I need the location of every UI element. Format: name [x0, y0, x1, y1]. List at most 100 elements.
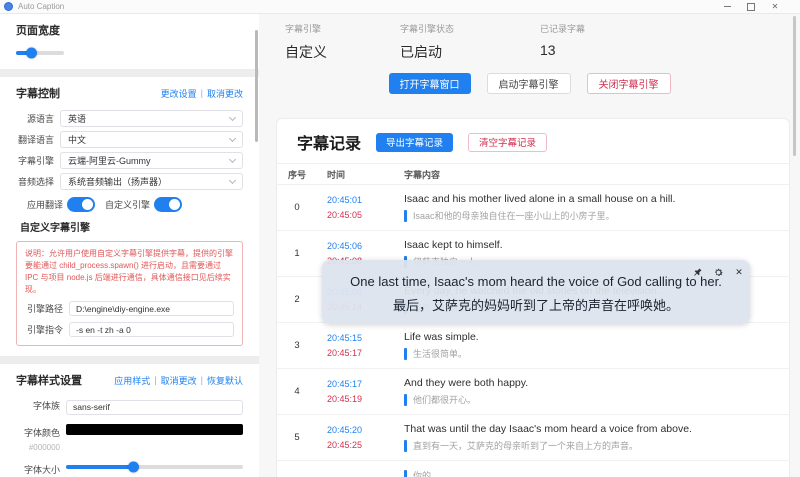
engine-cmd-input[interactable] [69, 322, 234, 337]
engine-path-input[interactable] [69, 301, 234, 316]
style-settings-title: 字幕样式设置 [16, 372, 82, 388]
caption-zh: 直到有一天，艾萨克的母亲听到了一个来自上方的声音。 [413, 439, 638, 452]
clear-records-button[interactable]: 清空字幕记录 [468, 133, 547, 152]
time-start: 20:45:17 [327, 377, 390, 392]
sidebar-scrollbar[interactable] [255, 30, 258, 142]
engine-select[interactable]: 云端-阿里云-Gummy [60, 152, 243, 169]
font-size-label: 字体大小 [16, 463, 60, 476]
maximize-button[interactable] [746, 2, 756, 12]
close-engine-button[interactable]: 关闭字幕引擎 [587, 73, 671, 94]
table-header: 序号 时间 字幕内容 [277, 163, 789, 185]
app-title: Auto Caption [18, 2, 64, 11]
caption-zh: 生活很简单。 [413, 347, 467, 360]
target-language-row: 翻译语言 中文 [16, 131, 243, 148]
audio-source-select[interactable]: 系统音频输出（扬声器） [60, 173, 243, 190]
font-color-swatch[interactable] [66, 424, 243, 435]
close-overlay-icon[interactable] [733, 266, 745, 278]
page-width-slider[interactable] [16, 47, 64, 59]
row-index: 0 [277, 202, 311, 213]
start-engine-button[interactable]: 启动字幕引擎 [487, 73, 571, 94]
font-family-label: 字体族 [16, 399, 60, 412]
open-caption-window-button[interactable]: 打开字幕窗口 [389, 73, 471, 94]
caption-zh: Isaac和他的母亲独自住在一座小山上的小房子里。 [413, 209, 615, 222]
row-times: 20:45:20 20:45:25 [311, 423, 390, 453]
close-button[interactable] [770, 2, 780, 12]
subtitle-overlay-window[interactable]: One last time, Isaac's mom heard the voi… [322, 260, 750, 324]
row-content: That was until the day Isaac's mom heard… [390, 423, 789, 452]
table-row: 5 20:45:20 20:45:25 That was until the d… [277, 415, 789, 461]
row-index: 1 [277, 248, 311, 259]
reset-default-link[interactable]: 恢复默认 [207, 374, 243, 387]
audio-source-row: 音频选择 系统音频输出（扬声器） [16, 173, 243, 190]
font-family-input[interactable] [66, 400, 243, 415]
row-content: Isaac and his mother lived alone in a sm… [390, 193, 789, 222]
slider-thumb[interactable] [26, 48, 37, 59]
row-times: 20:45:15 20:45:17 [311, 331, 390, 361]
chevron-down-icon [229, 176, 236, 183]
time-end: 20:45:17 [327, 346, 390, 361]
chevron-down-icon [229, 113, 236, 120]
stat-engine-status-value: 已启动 [400, 42, 540, 62]
settings-sidebar: 页面宽度 字幕控制 更改设置 取消更改 源语言 英语 翻译语言 中文 [0, 14, 259, 477]
audio-source-value: 系统音频输出（扬声器） [68, 175, 167, 188]
link-separator [201, 375, 203, 385]
custom-engine-title: 自定义字幕引擎 [20, 219, 243, 234]
control-toggles-row: 应用翻译 自定义引擎 [27, 197, 243, 212]
row-times: 20:45:01 20:45:05 [311, 193, 390, 223]
row-index: 3 [277, 340, 311, 351]
records-title: 字幕记录 [297, 130, 361, 154]
row-times: 20:45:17 20:45:19 [311, 377, 390, 407]
engine-cmd-row: 引擎指令 [25, 322, 234, 337]
page-width-section: 页面宽度 [0, 14, 259, 69]
main-scrollbar[interactable] [793, 16, 796, 156]
cancel-style-link[interactable]: 取消更改 [161, 374, 197, 387]
target-language-select[interactable]: 中文 [60, 131, 243, 148]
font-color-row: 字体颜色 #000000 [16, 424, 243, 452]
engine-value: 云端-阿里云-Gummy [68, 154, 151, 167]
row-index: 5 [277, 432, 311, 443]
caption-control-section: 字幕控制 更改设置 取消更改 源语言 英语 翻译语言 中文 字幕引擎 云 [0, 77, 259, 356]
source-language-value: 英语 [68, 112, 86, 125]
engine-path-label: 引擎路径 [25, 302, 63, 315]
custom-engine-label: 自定义引擎 [105, 198, 150, 211]
time-start: 20:45:15 [327, 331, 390, 346]
export-records-button[interactable]: 导出字幕记录 [376, 133, 453, 152]
status-stats: 字幕引擎 自定义 字幕引擎状态 已启动 已记录字幕 13 [285, 22, 585, 62]
stat-engine-status: 字幕引擎状态 已启动 [400, 22, 540, 62]
apply-style-link[interactable]: 应用样式 [114, 374, 150, 387]
table-row: 3 20:45:15 20:45:17 Life was simple. 生活很… [277, 323, 789, 369]
custom-engine-toggle[interactable] [154, 197, 182, 212]
row-content: And they were both happy. 他们都很开心。 [390, 377, 789, 406]
stat-engine: 字幕引擎 自定义 [285, 22, 400, 62]
source-language-row: 源语言 英语 [16, 110, 243, 127]
engine-buttons-row: 打开字幕窗口 启动字幕引擎 关闭字幕引擎 [259, 73, 800, 94]
row-index: 4 [277, 386, 311, 397]
engine-label: 字幕引擎 [16, 154, 54, 167]
custom-engine-note: 说明：允许用户使用自定义字幕引擎提供字幕，提供的引擎要能通过 child_pro… [25, 248, 234, 296]
app-logo-icon [4, 2, 13, 11]
source-language-select[interactable]: 英语 [60, 110, 243, 127]
row-content: 你的 [390, 469, 789, 477]
page-width-title: 页面宽度 [16, 22, 243, 38]
target-language-label: 翻译语言 [16, 133, 54, 146]
link-separator [154, 375, 156, 385]
apply-settings-link[interactable]: 更改设置 [161, 87, 197, 100]
caption-control-title: 字幕控制 [16, 85, 60, 101]
cancel-settings-link[interactable]: 取消更改 [207, 87, 243, 100]
translation-bar [404, 348, 407, 360]
engine-row: 字幕引擎 云端-阿里云-Gummy [16, 152, 243, 169]
gear-icon[interactable] [712, 266, 724, 278]
col-time: 时间 [311, 168, 390, 181]
caption-zh: 他们都很开心。 [413, 393, 476, 406]
font-size-slider[interactable] [66, 461, 243, 473]
stat-recorded-count-label: 已记录字幕 [540, 22, 585, 35]
apply-translation-toggle[interactable] [67, 197, 95, 212]
chevron-down-icon [229, 155, 236, 162]
main-area: 字幕引擎 自定义 字幕引擎状态 已启动 已记录字幕 13 打开字幕窗口 启动字幕… [259, 14, 800, 477]
stat-engine-value: 自定义 [285, 42, 400, 62]
translation-bar [404, 440, 407, 452]
slider-thumb[interactable] [128, 462, 139, 473]
pin-icon[interactable] [691, 266, 703, 278]
target-language-value: 中文 [68, 133, 86, 146]
minimize-button[interactable] [722, 2, 732, 12]
